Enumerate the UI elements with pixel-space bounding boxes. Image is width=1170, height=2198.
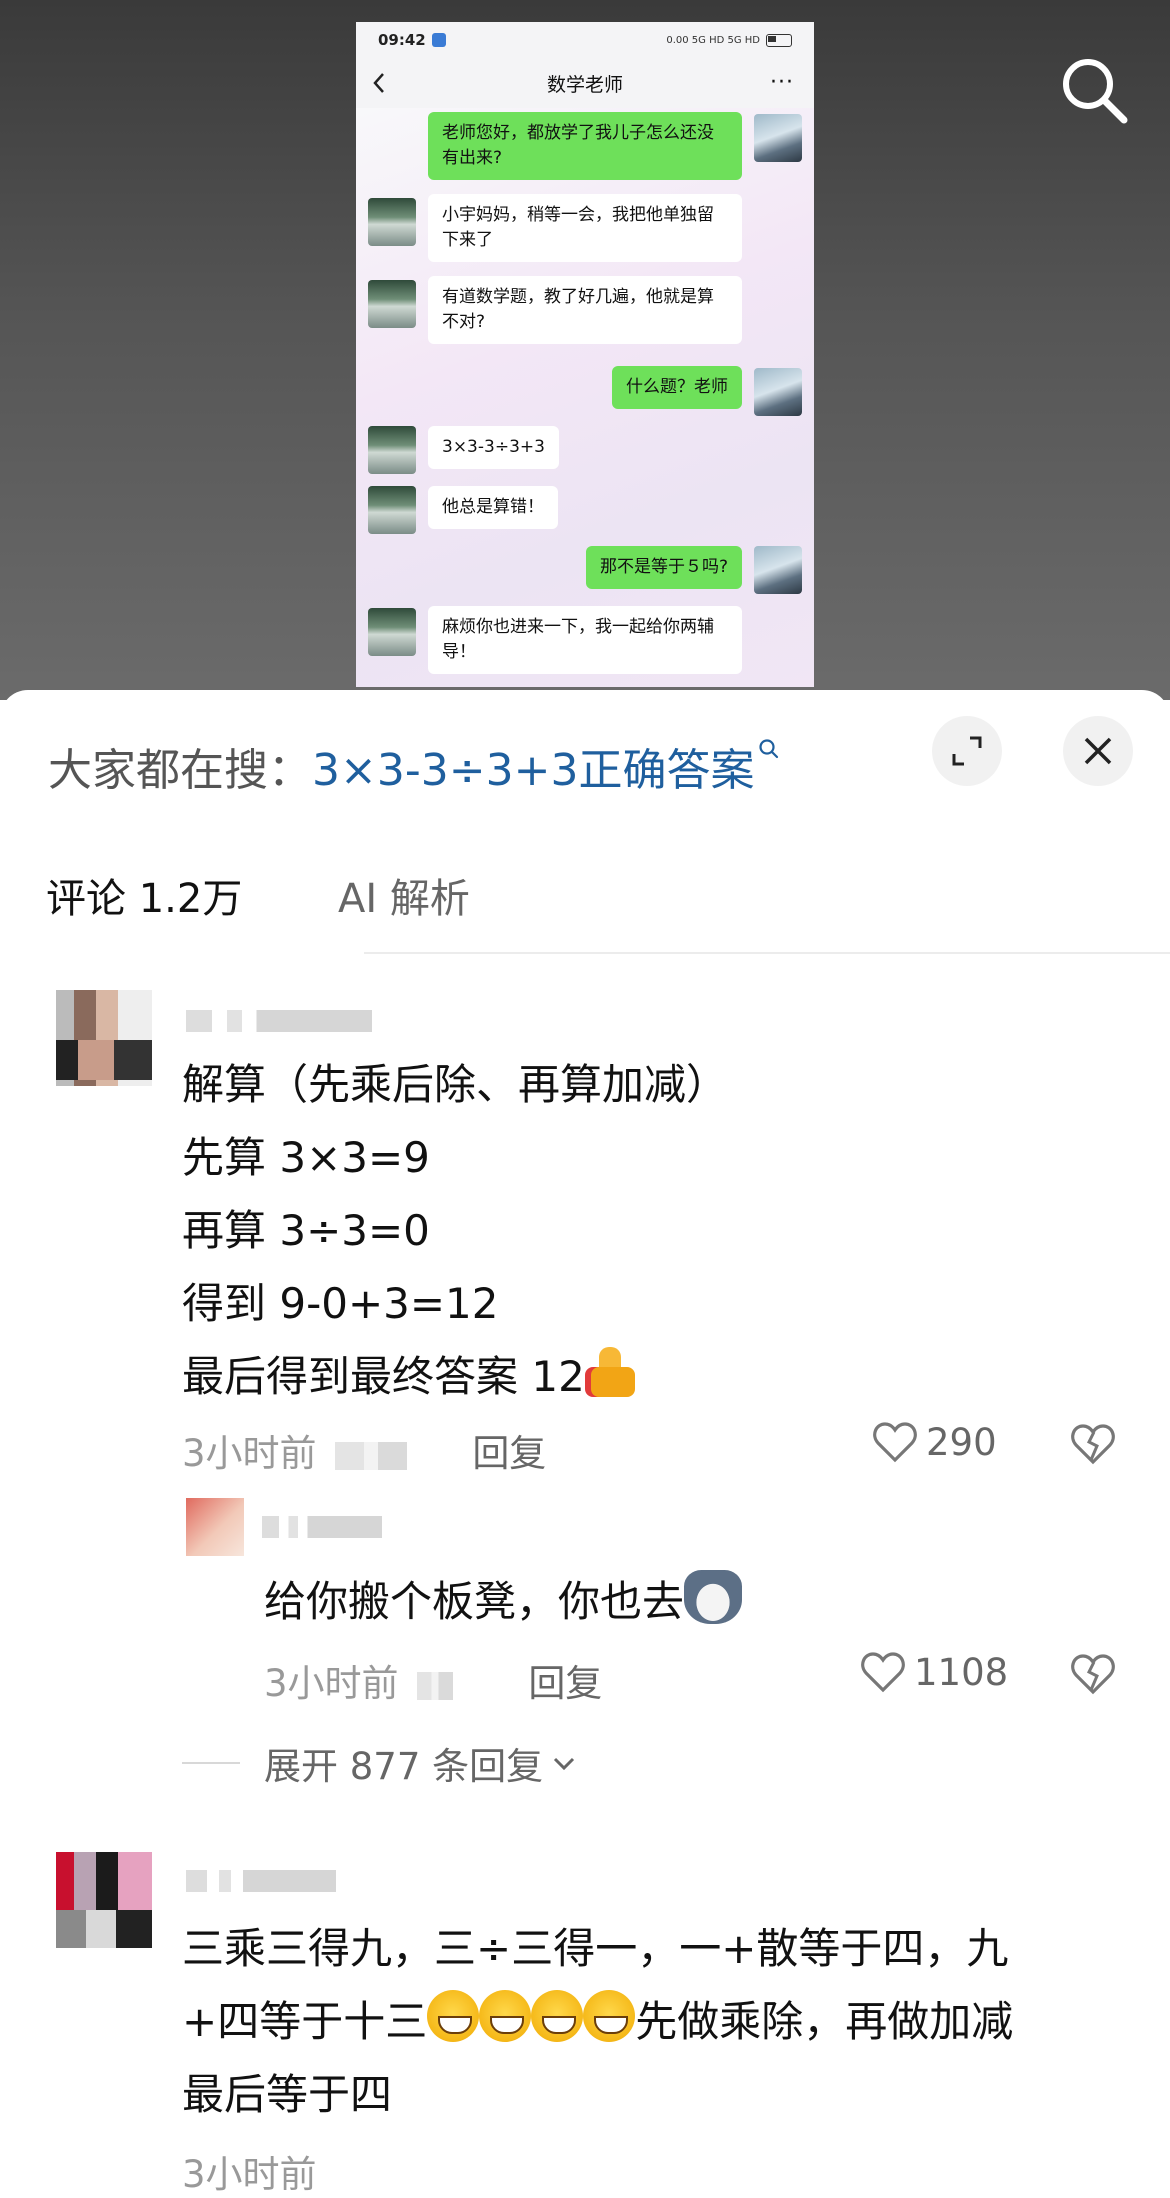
comment-meta: 3小时前 回复 — [182, 1423, 546, 1477]
avatar[interactable] — [56, 990, 152, 1086]
comment-line: 再算 3÷3=0 — [182, 1206, 430, 1255]
location-blur — [416, 1671, 453, 1700]
chat-screenshot: 09:42 0.00 5G HD 5G HD 数学老师 ··· 老师您好，都放学… — [356, 22, 814, 687]
comment-text: 三乘三得九，三÷三得一，一+散等于四，九 +四等于十三 先做乘除，再做加减 最后等… — [182, 1912, 1013, 2131]
search-icon — [759, 739, 779, 759]
avatar[interactable] — [56, 1852, 152, 1948]
status-time: 09:42 — [378, 31, 426, 49]
divider-line — [182, 1762, 240, 1764]
comment-meta: 3小时前 — [182, 2144, 317, 2198]
comment-line: 最后等于四 — [182, 2070, 393, 2119]
tab-comments[interactable]: 评论 1.2万 — [46, 866, 242, 924]
chat-avatar — [368, 280, 416, 328]
close-button[interactable] — [1063, 716, 1133, 786]
chat-avatar — [754, 368, 802, 416]
comment-text: 解算（先乘后除、再算加减） 先算 3×3=9 再算 3÷3=0 得到 9-0+3… — [182, 1048, 728, 1413]
username[interactable] — [186, 1870, 336, 1892]
chevron-down-icon — [554, 1757, 575, 1771]
reply-button[interactable]: 回复 — [528, 1662, 602, 1705]
thumbs-up-emoji — [585, 1343, 641, 1399]
chat-avatar — [368, 486, 416, 534]
comment-time: 3小时前 — [182, 2153, 317, 2196]
tab-divider — [364, 952, 1170, 954]
heart-icon — [861, 1652, 905, 1693]
chat-avatar — [754, 114, 802, 162]
username[interactable] — [186, 1010, 372, 1032]
reply-button[interactable]: 回复 — [472, 1432, 546, 1475]
reply-text: 给你搬个板凳，你也去 — [264, 1570, 743, 1632]
broken-heart-icon[interactable] — [1070, 1422, 1116, 1466]
tab-ai-analysis[interactable]: AI 解析 — [338, 866, 470, 924]
back-arrow-icon — [373, 73, 384, 93]
comment-line: 先算 3×3=9 — [182, 1133, 430, 1182]
chat-message: 小宇妈妈，稍等一会，我把他单独留下来了 — [428, 194, 742, 262]
comment-line-text: 最后得到最终答案 12 — [182, 1352, 585, 1401]
username[interactable] — [262, 1516, 382, 1538]
chat-message: 老师您好，都放学了我儿子怎么还没有出来? — [428, 112, 742, 180]
chat-message: 他总是算错！ — [428, 486, 558, 529]
comment-line-text: +四等于十三 — [182, 1997, 428, 2046]
trending-search-prefix: 大家都在搜： — [48, 745, 312, 796]
comment-line: 得到 9-0+3=12 — [182, 1279, 499, 1328]
comment-line: 最后得到最终答案 12 — [182, 1340, 728, 1413]
trending-search[interactable]: 大家都在搜：3×3-3÷3+3正确答案 — [48, 734, 780, 798]
chat-avatar — [368, 608, 416, 656]
comment-line-text: 先做乘除，再做加减 — [635, 1997, 1014, 2046]
video-player[interactable]: 09:42 0.00 5G HD 5G HD 数学老师 ··· 老师您好，都放学… — [0, 0, 1170, 700]
broken-heart-icon[interactable] — [1070, 1652, 1116, 1696]
like-button[interactable]: 290 — [872, 1420, 997, 1464]
grin-emoji — [583, 1990, 636, 2042]
chat-message: 什么题？老师 — [612, 366, 742, 409]
chat-message: 3×3-3÷3+3 — [428, 426, 559, 469]
close-icon — [1084, 737, 1112, 765]
location-blur — [334, 1441, 407, 1470]
comment-time: 3小时前 — [264, 1662, 399, 1705]
comment-line: 三乘三得九，三÷三得一，一+散等于四，九 — [182, 1924, 1009, 1973]
expand-button[interactable] — [932, 716, 1002, 786]
expand-icon — [952, 736, 982, 766]
avatar[interactable] — [186, 1498, 244, 1556]
comment-line: 解算（先乘后除、再算加减） — [182, 1060, 729, 1109]
chat-avatar — [368, 426, 416, 474]
chat-title: 数学老师 — [546, 73, 623, 96]
status-bar: 09:42 0.00 5G HD 5G HD — [356, 22, 814, 58]
chat-header: 数学老师 ··· — [356, 58, 814, 108]
chat-body: 老师您好，都放学了我儿子怎么还没有出来? 小宇妈妈，稍等一会，我把他单独留下来了… — [356, 108, 814, 687]
comment-line: +四等于十三 先做乘除，再做加减 — [182, 1985, 1013, 2058]
reply-text-content: 给你搬个板凳，你也去 — [264, 1577, 685, 1626]
status-right: 0.00 5G HD 5G HD — [666, 33, 792, 47]
chat-avatar — [368, 198, 416, 246]
husky-emoji — [684, 1570, 743, 1624]
expand-replies-button[interactable]: 展开 877 条回复 — [182, 1736, 579, 1790]
like-button[interactable]: 1108 — [860, 1650, 1008, 1694]
chat-message: 那不是等于５吗? — [585, 546, 742, 589]
chat-message: 麻烦你也进来一下，我一起给你两辅导！ — [428, 606, 742, 674]
like-count: 1108 — [914, 1650, 1009, 1694]
trending-search-query[interactable]: 3×3-3÷3+3正确答案 — [312, 745, 754, 796]
grin-emoji — [427, 1990, 480, 2042]
chat-message: 有道数学题，教了好几遍，他就是算不对? — [428, 276, 742, 344]
battery-icon — [766, 33, 792, 47]
grin-emoji — [531, 1990, 584, 2042]
app-notify-icon — [431, 33, 446, 47]
comment-sheet: 大家都在搜：3×3-3÷3+3正确答案 评论 1.2万 AI 解析 解算（先乘后… — [0, 690, 1170, 2196]
heart-icon — [873, 1422, 917, 1463]
status-network: 0.00 5G HD 5G HD — [666, 34, 760, 46]
chat-avatar — [754, 546, 802, 594]
reply-meta: 3小时前 回复 — [264, 1653, 602, 1707]
search-icon[interactable] — [1056, 52, 1132, 128]
grin-emoji — [479, 1990, 532, 2042]
more-icon: ··· — [770, 70, 794, 95]
like-count: 290 — [926, 1420, 997, 1464]
comment-time: 3小时前 — [182, 1432, 317, 1475]
expand-replies-label: 展开 877 条回复 — [264, 1745, 544, 1788]
